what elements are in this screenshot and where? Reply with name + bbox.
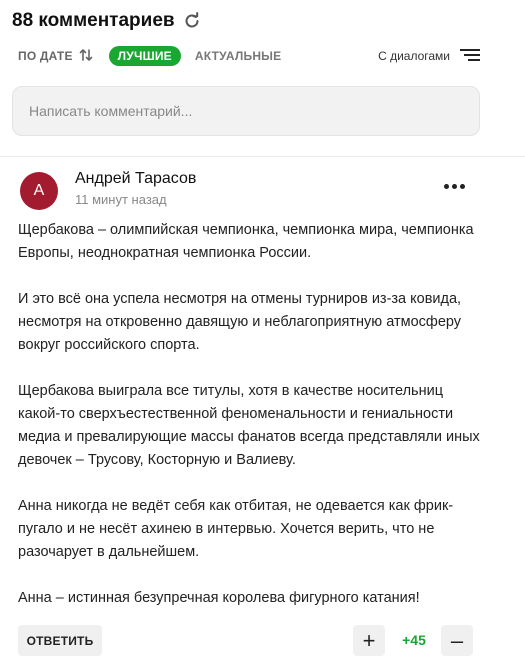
sort-date-label: ПО ДАТЕ [18,49,73,63]
comment-paragraph: Щербакова выиграла все титулы, хотя в ка… [18,383,480,468]
upvote-button[interactable]: + [353,625,385,656]
tab-actual[interactable]: АКТУАЛЬНЫЕ [195,49,281,63]
avatar-letter: А [33,182,45,199]
divider [0,156,525,157]
comment-paragraph: И это всё она успела несмотря на отмены … [18,291,462,353]
comment-body: Щербакова – олимпийская чемпионка, чемпи… [18,219,488,633]
downvote-button[interactable]: – [441,625,473,656]
reply-button[interactable]: ОТВЕТИТЬ [18,625,102,656]
comment-author[interactable]: Андрей Тарасов [75,170,196,188]
refresh-icon[interactable] [183,12,201,30]
more-dots-icon[interactable] [444,184,465,189]
avatar[interactable]: А [20,172,58,210]
comments-count-title: 88 комментариев [12,10,175,31]
comment-score: +45 [402,632,426,648]
comment-paragraph: Анна – истинная безупречная королева фиг… [18,590,420,606]
comment-input-placeholder: Написать комментарий... [29,103,193,119]
sort-arrows-icon [79,48,93,65]
menu-lines-icon [460,48,480,65]
dialogs-toggle[interactable]: С диалогами [378,48,480,65]
comment-time: 11 минут назад [75,192,167,207]
comments-header: 88 комментариев [12,10,201,32]
dialogs-label: С диалогами [378,49,450,63]
comment-paragraph: Анна никогда не ведёт себя как отбитая, … [18,498,454,560]
comment-paragraph: Щербакова – олимпийская чемпионка, чемпи… [18,222,474,261]
tab-best[interactable]: ЛУЧШИЕ [108,46,181,66]
sort-by-date-button[interactable]: ПО ДАТЕ [18,48,93,65]
comment-filters: ПО ДАТЕ ЛУЧШИЕ АКТУАЛЬНЫЕ С диалогами [18,45,480,67]
comment-input[interactable]: Написать комментарий... [12,86,480,136]
